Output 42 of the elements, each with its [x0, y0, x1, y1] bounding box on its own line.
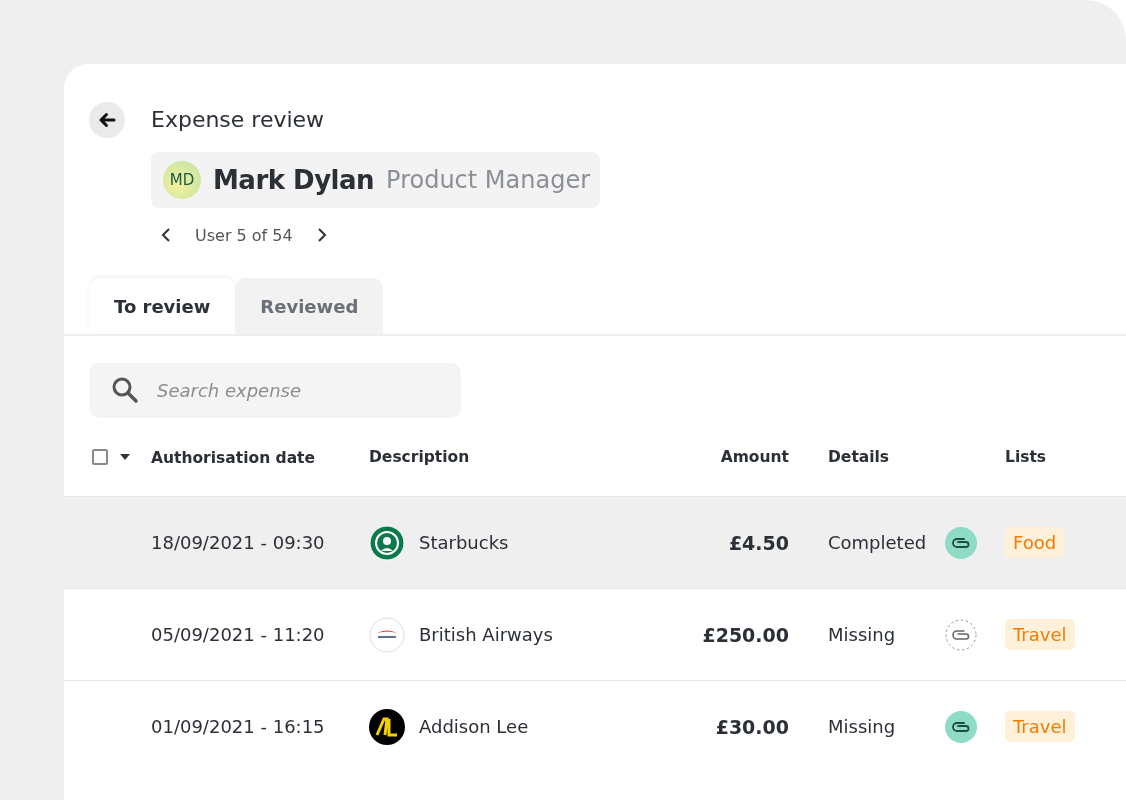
table-row[interactable]: 18/09/2021 - 09:30 Starbucks £4.50 Completed Food — [64, 496, 1126, 588]
caret-icon[interactable] — [120, 454, 130, 460]
search-icon — [111, 376, 139, 404]
amount-cell: £250.00 — [702, 623, 789, 646]
merchant-logo-icon — [369, 524, 405, 561]
amount-cell: £30.00 — [715, 715, 789, 738]
column-header: Authorisation date — [151, 448, 317, 467]
tab[interactable]: Reviewed — [235, 278, 384, 334]
user-role: Product Manager — [386, 166, 591, 194]
search-field[interactable]: Search expense — [89, 363, 461, 418]
user-name: Mark Dylan — [213, 165, 375, 195]
select-all-checkbox[interactable] — [92, 449, 108, 465]
paperclip-icon[interactable] — [945, 526, 977, 559]
description-cell: British Airways — [419, 624, 553, 645]
column-header: Details — [827, 448, 891, 466]
date-cell: 18/09/2021 - 09:30 — [151, 532, 325, 553]
description-cell: Starbucks — [419, 532, 509, 553]
paperclip-icon[interactable] — [945, 618, 977, 651]
description-cell: Addison Lee — [419, 716, 529, 737]
date-cell: 01/09/2021 - 16:15 — [151, 716, 325, 737]
paperclip-icon[interactable] — [945, 710, 977, 743]
amount-cell: £4.50 — [728, 531, 789, 554]
back-button[interactable] — [89, 102, 125, 138]
details-cell: Missing — [828, 716, 896, 737]
details-cell: Completed — [828, 532, 927, 553]
back-arrow-icon — [98, 112, 116, 128]
list-tag: Travel — [1005, 711, 1075, 742]
list-tag: Food — [1005, 527, 1065, 558]
merchant-logo-icon — [369, 616, 405, 653]
pager-text: User 5 of 54 — [195, 225, 293, 245]
list-tag: Travel — [1005, 619, 1075, 650]
tab[interactable]: To review — [89, 278, 236, 334]
chevron-right-icon[interactable] — [316, 227, 327, 243]
column-header: Description — [369, 448, 471, 466]
page-title: Expense review — [151, 106, 325, 134]
column-header: Amount — [719, 448, 789, 466]
date-cell: 05/09/2021 - 11:20 — [151, 624, 325, 645]
merchant-logo-icon — [369, 708, 405, 745]
details-cell: Missing — [828, 624, 896, 645]
column-header: Lists — [1004, 448, 1047, 466]
chevron-left-icon[interactable] — [161, 227, 171, 243]
avatar: MD — [163, 161, 201, 199]
